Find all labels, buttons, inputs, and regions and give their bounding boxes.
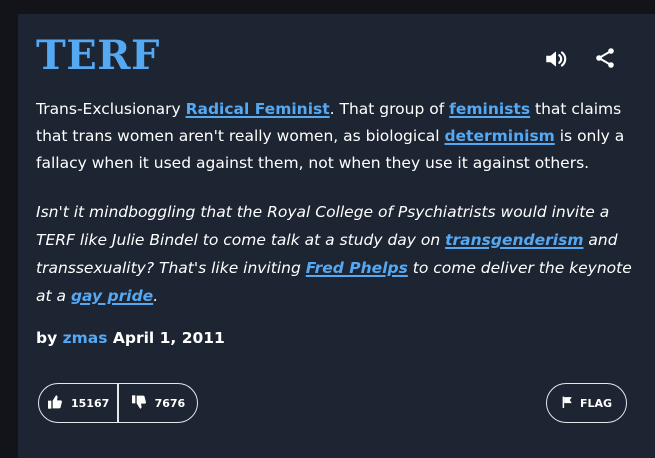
thumbs-down-icon — [131, 394, 147, 413]
meaning-segment: Trans-Exclusionary — [36, 100, 186, 118]
meaning-text: Trans-Exclusionary Radical Feminist. Tha… — [36, 96, 636, 177]
upvote-count: 15167 — [70, 396, 110, 410]
flag-icon — [561, 395, 574, 412]
byline: by zmas April 1, 2011 — [36, 326, 225, 350]
top-actions — [543, 46, 619, 72]
link-feminists[interactable]: feminists — [449, 100, 530, 118]
vote-group: 15167 7676 — [38, 383, 198, 423]
thumbs-up-icon — [47, 394, 63, 413]
link-transgenderism[interactable]: transgenderism — [445, 231, 583, 249]
link-fred-phelps[interactable]: Fred Phelps — [306, 259, 408, 277]
downvote-button[interactable]: 7676 — [119, 384, 197, 422]
example-segment: . — [153, 287, 159, 305]
word-title[interactable]: TERF — [36, 34, 160, 78]
speaker-icon[interactable] — [543, 46, 569, 72]
share-icon[interactable] — [593, 46, 619, 72]
upvote-button[interactable]: 15167 — [39, 384, 117, 422]
flag-label: FLAG — [579, 396, 613, 410]
link-radical-feminist[interactable]: Radical Feminist — [186, 100, 330, 118]
downvote-count: 7676 — [154, 396, 186, 410]
flag-button[interactable]: FLAG — [546, 383, 627, 423]
meaning-segment: . That group of — [329, 100, 450, 118]
link-gay-pride[interactable]: gay pride — [71, 287, 153, 305]
link-determinism[interactable]: determinism — [444, 127, 554, 145]
definition-card: TERF Trans-Exclusionary Radical Feminist… — [18, 14, 655, 458]
example-text: Isn't it mindboggling that the Royal Col… — [36, 198, 636, 310]
byline-prefix: by — [36, 329, 63, 347]
author-link[interactable]: zmas — [63, 329, 108, 347]
post-date: April 1, 2011 — [107, 329, 225, 347]
